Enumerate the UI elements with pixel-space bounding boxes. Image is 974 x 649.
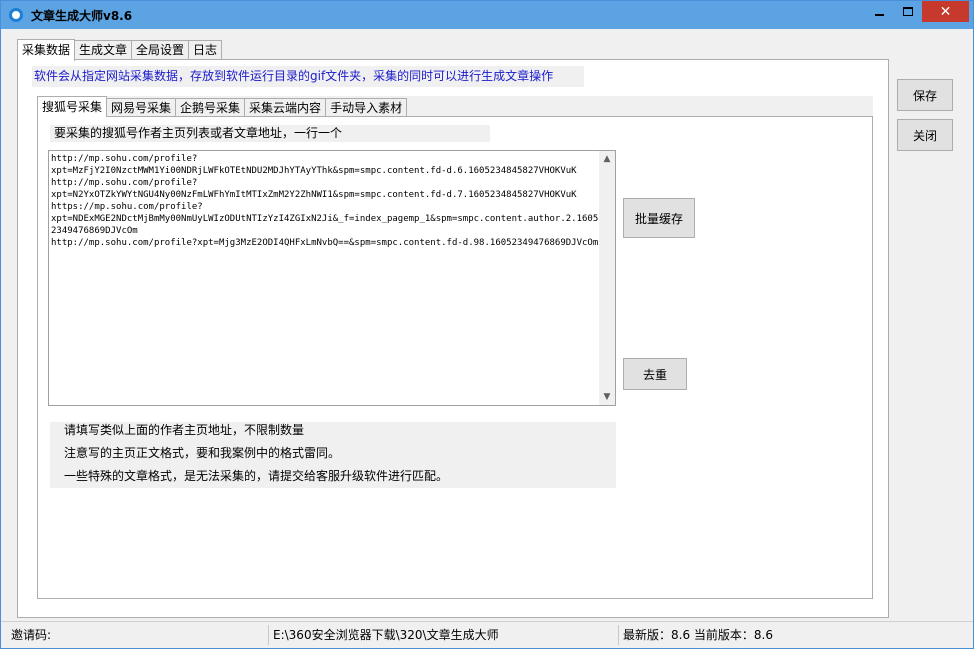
tab-cloud-content[interactable]: 采集云端内容 [244,98,327,117]
notes-box: 请填写类似上面的作者主页地址，不限制数量 注意写的主页正文格式，要和我案例中的格… [50,422,616,488]
info-text: 软件会从指定网站采集数据，存放到软件运行目录的gif文件夹，采集的同时可以进行生… [32,66,584,87]
window-title: 文章生成大师v8.6 [31,9,133,23]
note-line: 请填写类似上面的作者主页地址，不限制数量 [64,423,305,437]
sohu-panel: 要采集的搜狐号作者主页列表或者文章地址，一行一个 http://mp.sohu.… [37,116,873,599]
close-icon: ✕ [939,3,952,20]
status-bar: 邀请码: E:\360安全浏览器下载\320\文章生成大师 最新版：8.6 当前… [1,621,973,648]
collect-data-panel: 软件会从指定网站采集数据，存放到软件运行目录的gif文件夹，采集的同时可以进行生… [17,59,889,618]
version-info: 最新版：8.6 当前版本：8.6 [623,628,773,642]
tab-generate-article[interactable]: 生成文章 [74,40,133,60]
scroll-down-icon[interactable]: ▼ [599,389,615,405]
note-line: 一些特殊的文章格式，是无法采集的，请提交给客服升级软件进行匹配。 [64,469,449,483]
main-tab-bar: 采集数据 生成文章 全局设置 日志 [17,39,223,61]
app-window: 文章生成大师v8.6 ✕ 采集数据 生成文章 全局设置 日志 软件会从指定网站采… [0,0,974,649]
minimize-icon [874,13,884,16]
tab-sohu[interactable]: 搜狐号采集 [37,96,108,117]
minimize-button[interactable] [865,1,893,22]
tab-global-settings[interactable]: 全局设置 [131,40,190,60]
maximize-icon [902,7,913,16]
dedupe-button[interactable]: 去重 [623,358,687,390]
note-line: 注意写的主页正文格式，要和我案例中的格式雷同。 [64,446,341,460]
url-list-label: 要采集的搜狐号作者主页列表或者文章地址，一行一个 [50,125,490,142]
tab-manual-import[interactable]: 手动导入素材 [325,98,408,117]
title-bar[interactable]: 文章生成大师v8.6 ✕ [1,1,973,29]
tab-collect-data[interactable]: 采集数据 [17,39,76,61]
url-list-content[interactable]: http://mp.sohu.com/profile? xpt=MzFjY2I0… [51,153,599,249]
batch-save-button[interactable]: 批量缓存 [623,198,695,238]
save-button[interactable]: 保存 [897,79,953,111]
tab-netease[interactable]: 网易号采集 [106,98,177,117]
maximize-button[interactable] [894,1,921,22]
scroll-up-icon[interactable]: ▲ [599,151,615,167]
app-icon [9,8,23,22]
invite-code-label: 邀请码: [7,625,269,645]
tab-penguin[interactable]: 企鹅号采集 [175,98,246,117]
program-path: E:\360安全浏览器下载\320\文章生成大师 [269,625,619,645]
tab-log[interactable]: 日志 [188,40,223,60]
textarea-scrollbar[interactable]: ▲ ▼ [599,151,615,405]
close-button[interactable]: 关闭 [897,119,953,151]
source-tab-bar: 搜狐号采集 网易号采集 企鹅号采集 采集云端内容 手动导入素材 [37,96,408,117]
url-list-textarea[interactable]: http://mp.sohu.com/profile? xpt=MzFjY2I0… [48,150,616,406]
close-window-button[interactable]: ✕ [922,1,969,22]
